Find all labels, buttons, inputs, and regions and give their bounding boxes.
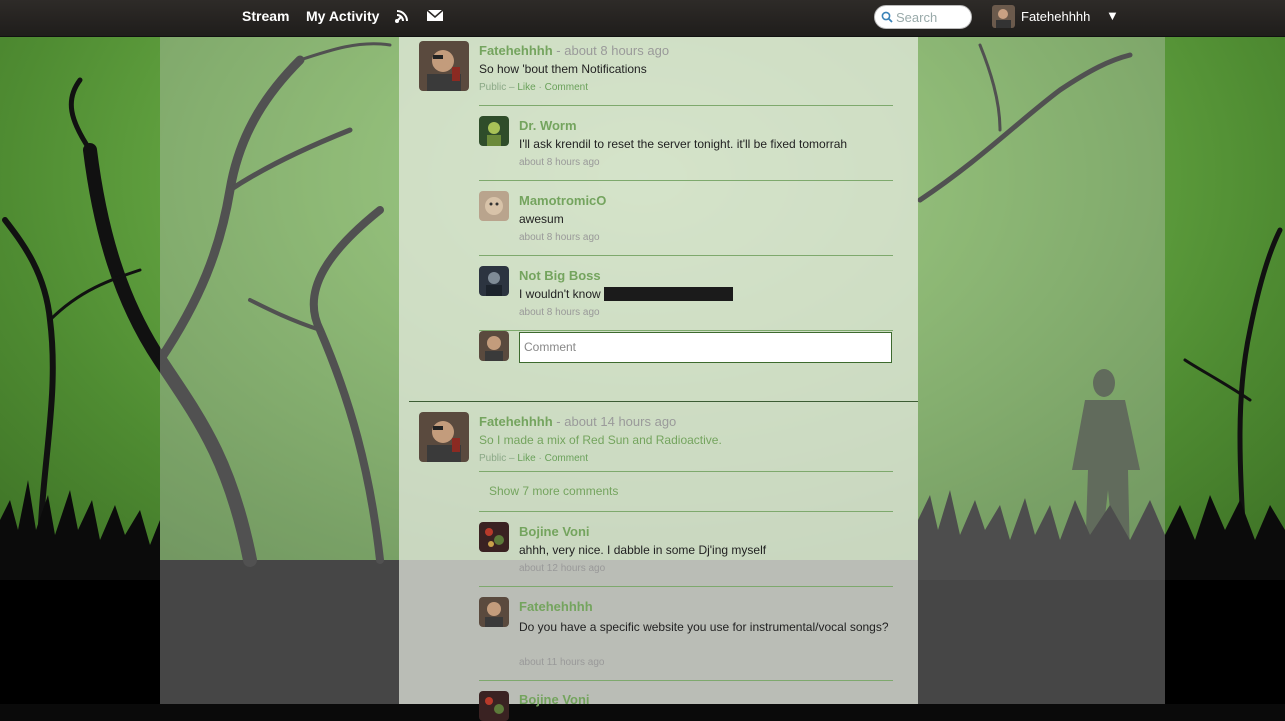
show-more-comments-link[interactable]: Show 7 more comments (489, 484, 618, 498)
avatar[interactable] (479, 597, 509, 627)
search-input[interactable] (896, 9, 968, 25)
nav-my-activity-link[interactable]: My Activity (306, 8, 379, 24)
comment-input[interactable] (524, 335, 884, 359)
post-actions: Public – Like · Comment (479, 82, 588, 93)
comment-text: ahhh, very nice. I dabble in some Dj'ing… (519, 543, 767, 557)
post-author-name[interactable]: Fatehehhhh (479, 43, 553, 58)
divider (479, 471, 893, 472)
comment-timestamp[interactable]: about 8 hours ago (519, 157, 600, 168)
like-link[interactable]: Like (517, 82, 535, 93)
comment-author[interactable]: Dr. Worm (519, 118, 577, 133)
comment-timestamp[interactable]: about 11 hours ago (519, 657, 604, 668)
divider (479, 255, 893, 256)
signal-icon[interactable] (393, 7, 411, 25)
divider (479, 330, 893, 331)
post-divider (409, 401, 918, 402)
avatar[interactable] (479, 522, 509, 552)
avatar[interactable] (479, 116, 509, 146)
search-icon (881, 11, 893, 23)
post-author-name[interactable]: Fatehehhhh (479, 414, 553, 429)
comment-text-visible: I wouldn't know (519, 287, 601, 301)
avatar[interactable] (419, 412, 469, 462)
post-actions: Public – Like · Comment (479, 453, 588, 464)
post-text: So how 'bout them Notifications (479, 62, 647, 76)
post-timestamp[interactable]: - about 8 hours ago (556, 43, 669, 58)
user-name[interactable]: Fatehehhhh (1021, 9, 1090, 24)
redaction-bar (603, 287, 733, 301)
top-navigation-bar: Stream My Activity Fatehehhhh ▼ (0, 0, 1285, 37)
comment-link[interactable]: Comment (545, 82, 588, 93)
avatar[interactable] (479, 191, 509, 221)
visibility-label: Public (479, 82, 507, 93)
avatar[interactable] (479, 691, 509, 721)
search-box[interactable] (874, 5, 972, 29)
avatar (479, 331, 509, 361)
like-link[interactable]: Like (517, 453, 535, 464)
divider (479, 180, 893, 181)
post-text: So I made a mix of Red Sun and Radioacti… (479, 433, 722, 447)
envelope-icon[interactable] (426, 7, 444, 25)
visibility-label: Public (479, 453, 507, 464)
divider (479, 105, 893, 106)
comment-author[interactable]: MamotromicO (519, 193, 606, 208)
comment-text: Do you have a specific website you use f… (519, 620, 889, 634)
avatar[interactable] (992, 5, 1015, 28)
divider (479, 680, 893, 681)
comment-text: I'll ask krendil to reset the server ton… (519, 137, 848, 151)
comment-field[interactable] (519, 332, 892, 363)
comment-text: I wouldn't know (519, 287, 733, 301)
avatar[interactable] (419, 41, 469, 91)
comment-author[interactable]: Bojine Voni (519, 692, 590, 707)
comment-timestamp[interactable]: about 8 hours ago (519, 232, 600, 243)
post-author[interactable]: Fatehehhhh - about 14 hours ago (479, 414, 676, 429)
comment-text: awesum (519, 212, 564, 226)
comment-author[interactable]: Bojine Voni (519, 524, 590, 539)
nav-stream-link[interactable]: Stream (242, 8, 289, 24)
post-timestamp[interactable]: - about 14 hours ago (556, 414, 676, 429)
comment-link[interactable]: Comment (545, 453, 588, 464)
avatar[interactable] (479, 266, 509, 296)
comment-timestamp[interactable]: about 8 hours ago (519, 307, 600, 318)
divider (479, 586, 893, 587)
comment-author[interactable]: Fatehehhhh (519, 599, 593, 614)
chevron-down-icon[interactable]: ▼ (1106, 8, 1119, 23)
comment-author[interactable]: Not Big Boss (519, 268, 601, 283)
post-author[interactable]: Fatehehhhh - about 8 hours ago (479, 43, 669, 58)
divider (479, 511, 893, 512)
comment-timestamp[interactable]: about 12 hours ago (519, 563, 605, 574)
